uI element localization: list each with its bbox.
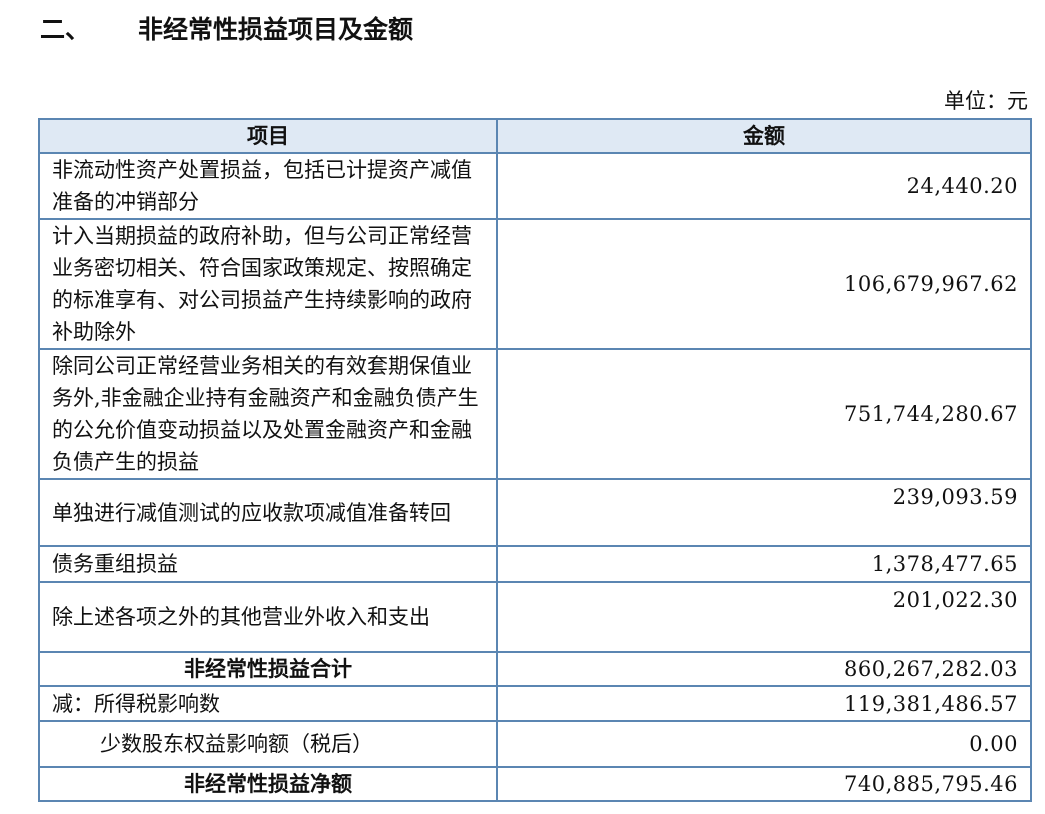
row-amount: 239,093.59 [496, 478, 1032, 547]
unit-label: 单位：元 [944, 89, 1028, 113]
section-title: 非经常性损益项目及金额 [138, 15, 414, 44]
table-row: 单独进行减值测试的应收款项减值准备转回 239,093.59 [38, 478, 1032, 547]
net-label: 非经常性损益净额 [38, 766, 498, 802]
less-tax-row: 减：所得税影响数 119,381,486.57 [38, 685, 1032, 722]
row-item: 除同公司正常经营业务相关的有效套期保值业务外,非金融企业持有金融资产和金融负债产… [38, 348, 498, 480]
net-amount: 740,885,795.46 [496, 766, 1032, 802]
row-amount: 1,378,477.65 [496, 545, 1032, 583]
less-minority-label: 少数股东权益影响额（税后） [38, 720, 498, 768]
header-item: 项目 [38, 118, 498, 154]
header-amount: 金额 [496, 118, 1032, 154]
row-amount: 24,440.20 [496, 152, 1032, 220]
row-item: 非流动性资产处置损益，包括已计提资产减值准备的冲销部分 [38, 152, 498, 220]
subtotal-row: 非经常性损益合计 860,267,282.03 [38, 651, 1032, 687]
row-item: 单独进行减值测试的应收款项减值准备转回 [38, 478, 498, 547]
row-amount: 751,744,280.67 [496, 348, 1032, 480]
subtotal-label: 非经常性损益合计 [38, 651, 498, 687]
less-tax-label: 减：所得税影响数 [38, 685, 498, 722]
less-tax-amount: 119,381,486.57 [496, 685, 1032, 722]
table-row: 非流动性资产处置损益，包括已计提资产减值准备的冲销部分 24,440.20 [38, 152, 1032, 220]
section-number: 二、 [40, 15, 91, 44]
non-recurring-items-table: 项目 金额 非流动性资产处置损益，包括已计提资产减值准备的冲销部分 24,440… [38, 118, 1032, 802]
subtotal-amount: 860,267,282.03 [496, 651, 1032, 687]
section-heading: 二、 非经常性损益项目及金额 [40, 12, 413, 48]
row-amount: 106,679,967.62 [496, 218, 1032, 350]
less-minority-row: 少数股东权益影响额（税后） 0.00 [38, 720, 1032, 768]
table-row: 除上述各项之外的其他营业外收入和支出 201,022.30 [38, 581, 1032, 653]
table-row: 计入当期损益的政府补助，但与公司正常经营业务密切相关、符合国家政策规定、按照确定… [38, 218, 1032, 350]
table-header-row: 项目 金额 [38, 118, 1032, 154]
row-item: 除上述各项之外的其他营业外收入和支出 [38, 581, 498, 653]
net-row: 非经常性损益净额 740,885,795.46 [38, 766, 1032, 802]
row-item: 债务重组损益 [38, 545, 498, 583]
row-amount: 201,022.30 [496, 581, 1032, 653]
table-row: 除同公司正常经营业务相关的有效套期保值业务外,非金融企业持有金融资产和金融负债产… [38, 348, 1032, 480]
less-minority-amount: 0.00 [496, 720, 1032, 768]
table-row: 债务重组损益 1,378,477.65 [38, 545, 1032, 583]
row-item: 计入当期损益的政府补助，但与公司正常经营业务密切相关、符合国家政策规定、按照确定… [38, 218, 498, 350]
